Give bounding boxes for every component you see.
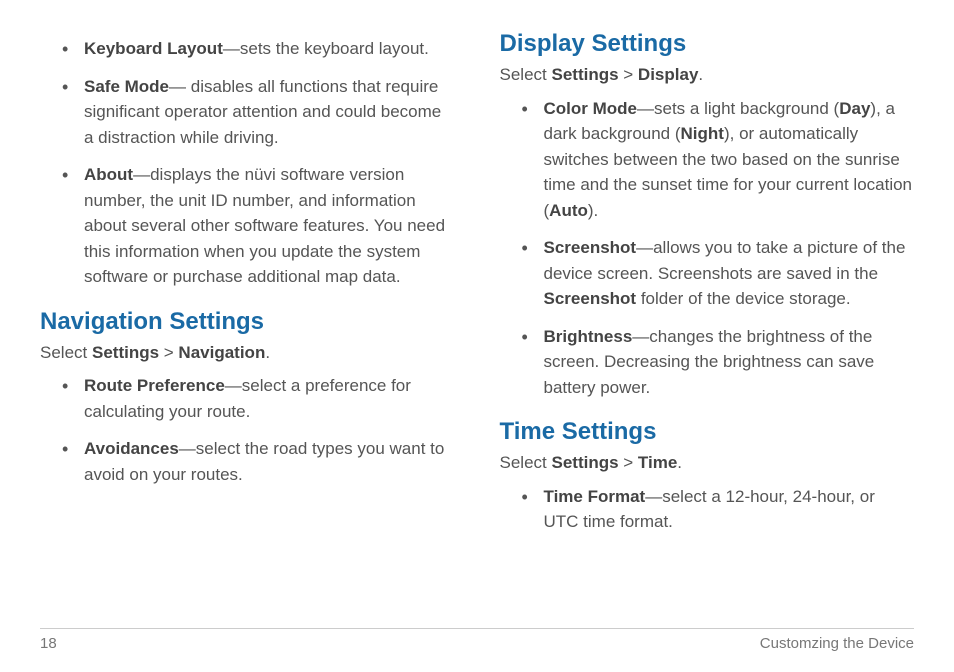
crumb-post: . <box>677 453 682 472</box>
seg: ). <box>588 201 598 220</box>
list-item: Keyboard Layout—sets the keyboard layout… <box>60 36 455 62</box>
option-auto: Auto <box>549 201 588 220</box>
time-bullet-list: Time Format—select a 12-hour, 24-hour, o… <box>500 484 915 535</box>
list-item-brightness: Brightness—changes the brightness of the… <box>520 324 915 401</box>
navigation-breadcrumb: Select Settings > Navigation. <box>40 340 455 366</box>
footer-title: Customzing the Device <box>760 635 914 652</box>
crumb-navigation: Navigation <box>178 343 265 362</box>
top-bullet-list: Keyboard Layout—sets the keyboard layout… <box>40 36 455 290</box>
crumb-pre: Select <box>500 453 552 472</box>
time-settings-heading: Time Settings <box>500 418 915 446</box>
option-night: Night <box>681 124 724 143</box>
term: Keyboard Layout <box>84 39 223 58</box>
seg: folder of the device storage. <box>636 289 851 308</box>
term: Time Format <box>544 487 646 506</box>
content-columns: Keyboard Layout—sets the keyboard layout… <box>40 30 914 547</box>
page-number: 18 <box>40 635 57 652</box>
term: Color Mode <box>544 99 638 118</box>
crumb-display: Display <box>638 65 698 84</box>
list-item: Time Format—select a 12-hour, 24-hour, o… <box>520 484 915 535</box>
page-footer: 18 Customzing the Device <box>40 628 914 652</box>
display-settings-heading: Display Settings <box>500 30 915 58</box>
list-item-color-mode: Color Mode—sets a light background (Day)… <box>520 96 915 224</box>
crumb-time: Time <box>638 453 677 472</box>
list-item: Safe Mode— disables all functions that r… <box>60 74 455 151</box>
crumb-sep: > <box>159 343 178 362</box>
term: About <box>84 165 133 184</box>
seg: —sets a light background ( <box>637 99 839 118</box>
term: Brightness <box>544 327 633 346</box>
term: Avoidances <box>84 439 179 458</box>
term: Screenshot <box>544 238 637 257</box>
crumb-settings: Settings <box>551 65 618 84</box>
item-text: —sets the keyboard layout. <box>223 39 429 58</box>
crumb-sep: > <box>619 453 638 472</box>
option-day: Day <box>839 99 870 118</box>
crumb-sep: > <box>619 65 638 84</box>
crumb-post: . <box>698 65 703 84</box>
time-breadcrumb: Select Settings > Time. <box>500 450 915 476</box>
crumb-pre: Select <box>40 343 92 362</box>
list-item: Route Preference—select a preference for… <box>60 373 455 424</box>
folder-name: Screenshot <box>544 289 637 308</box>
right-column: Display Settings Select Settings > Displ… <box>500 30 915 547</box>
display-breadcrumb: Select Settings > Display. <box>500 62 915 88</box>
crumb-settings: Settings <box>551 453 618 472</box>
item-text: —displays the nüvi software version numb… <box>84 165 445 286</box>
list-item-screenshot: Screenshot—allows you to take a picture … <box>520 235 915 312</box>
list-item: About—displays the nüvi software version… <box>60 162 455 290</box>
display-bullet-list: Color Mode—sets a light background (Day)… <box>500 96 915 401</box>
list-item: Avoidances—select the road types you wan… <box>60 436 455 487</box>
crumb-post: . <box>265 343 270 362</box>
crumb-pre: Select <box>500 65 552 84</box>
crumb-settings: Settings <box>92 343 159 362</box>
left-column: Keyboard Layout—sets the keyboard layout… <box>40 30 455 547</box>
term: Route Preference <box>84 376 225 395</box>
navigation-bullet-list: Route Preference—select a preference for… <box>40 373 455 487</box>
term: Safe Mode <box>84 77 169 96</box>
navigation-settings-heading: Navigation Settings <box>40 308 455 336</box>
